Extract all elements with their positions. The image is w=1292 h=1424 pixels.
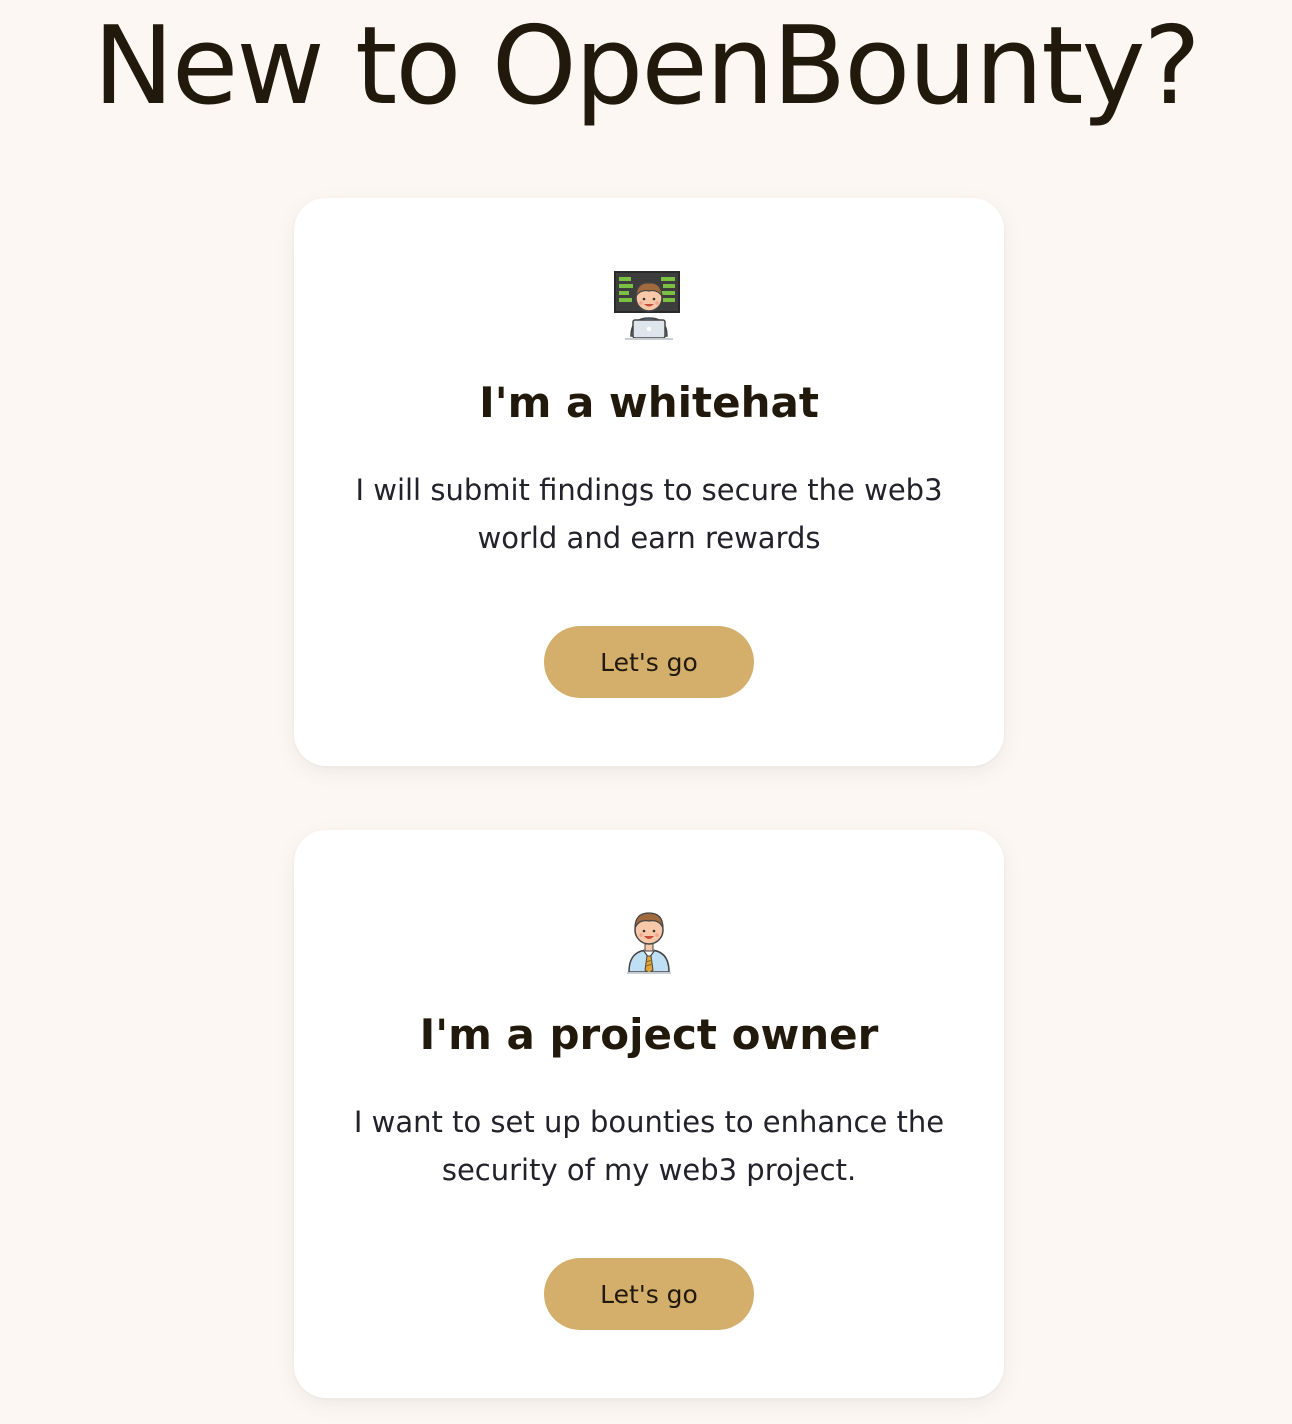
page-title: New to OpenBounty? bbox=[93, 4, 1201, 129]
card-title: I'm a project owner bbox=[419, 1010, 879, 1059]
card-title: I'm a whitehat bbox=[479, 378, 819, 427]
whitehat-card: I'm a whitehat I will submit findings to… bbox=[294, 198, 1004, 766]
project-owner-icon bbox=[613, 904, 685, 976]
card-description: I will submit findings to secure the web… bbox=[355, 473, 943, 555]
whitehat-lets-go-button[interactable]: Let's go bbox=[544, 626, 754, 698]
card-description: I want to set up bounties to enhance the… bbox=[353, 1105, 945, 1187]
project-owner-card: I'm a project owner I want to set up bou… bbox=[294, 830, 1004, 1398]
project-owner-lets-go-button[interactable]: Let's go bbox=[544, 1258, 754, 1330]
whitehat-hacker-icon bbox=[613, 270, 685, 342]
